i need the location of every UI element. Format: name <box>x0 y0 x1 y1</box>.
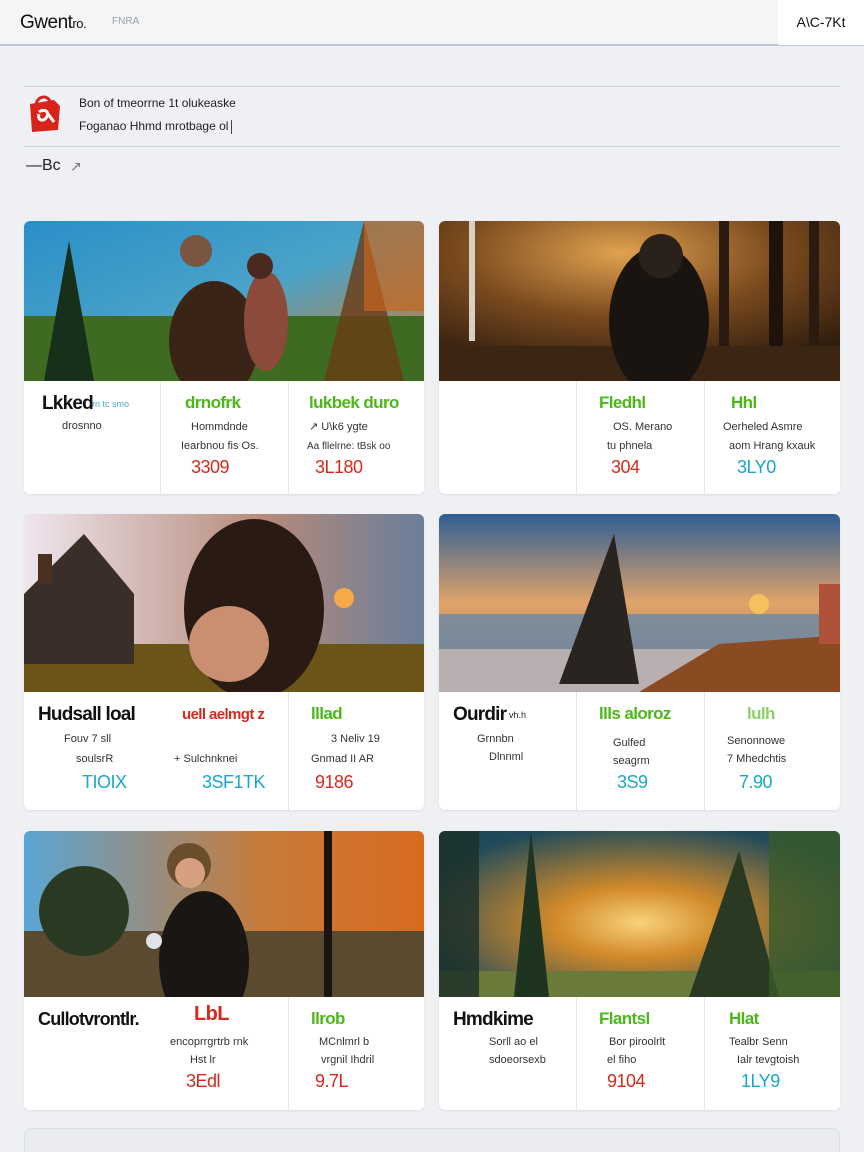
text-cursor <box>231 119 233 134</box>
sort-arrow-icon[interactable]: ↗ <box>70 158 82 175</box>
option-label: Hhl <box>731 393 757 412</box>
divider <box>24 86 840 87</box>
option-label: Flantsl <box>599 1009 650 1028</box>
card-subtitle: Dlnnml <box>489 751 524 763</box>
card-subtitle: Fouv 7 sll <box>64 733 112 745</box>
price: 9104 <box>607 1071 646 1091</box>
option-label: lukbek duro <box>309 393 399 412</box>
notice-line-1: Bon of tmeorrne 1t olukeaske <box>79 96 236 110</box>
sort-control[interactable]: —Bc <box>26 157 61 175</box>
option-label: llls aloroz <box>599 704 671 723</box>
option-detail: vrgnil Ihdril <box>321 1054 375 1066</box>
shopping-bag-icon[interactable] <box>24 92 64 134</box>
option-label: Hlat <box>729 1009 759 1028</box>
option-detail: Senonnowe <box>727 735 786 747</box>
card-title-sub: vh.h <box>509 710 527 720</box>
option-detail: 3 Neliv 19 <box>331 733 380 745</box>
option-detail: Ialr tevgtoish <box>737 1054 800 1066</box>
option-detail: seagrm <box>613 755 650 767</box>
card-title: Lkked <box>42 393 94 414</box>
option-detail: 7 Mhedchtis <box>727 753 787 765</box>
card-title: Hmdkime <box>453 1009 534 1030</box>
option-label: Fledhl <box>599 393 646 412</box>
option-detail: Aa fllelrne: tBsk oo <box>307 441 391 452</box>
option-detail: + Sulchnknei <box>174 753 238 765</box>
footer-panel <box>24 1128 840 1152</box>
card-subtitle: Grnnbn <box>477 733 514 745</box>
price: 3S9 <box>617 772 648 792</box>
option-detail: el fiho <box>607 1054 637 1066</box>
option-detail: Gulfed <box>613 737 646 749</box>
price: 7.90 <box>739 772 773 792</box>
product-photo[interactable] <box>24 221 424 381</box>
product-card[interactable]: Lkked rn tc smo drosnno drnofrk Hommdnde… <box>24 221 424 494</box>
product-card[interactable]: Ourdir vh.h Grnnbn Dlnnml llls aloroz Gu… <box>439 514 840 810</box>
option-detail: Iearbnou fis Os. <box>181 440 259 452</box>
option-detail: Hst lr <box>190 1054 216 1066</box>
option-detail: encoprrgrtrb rnk <box>170 1036 249 1048</box>
brand-logo-text[interactable]: Gwentro. <box>20 12 87 34</box>
option-detail: tu phnela <box>607 440 653 452</box>
card-title: Hudsall loal <box>38 704 136 725</box>
option-label: drnofrk <box>185 393 241 412</box>
product-card[interactable]: Hmdkime Sorll ao el sdoeorsexb Flantsl B… <box>439 831 840 1110</box>
option-label: lulh <box>747 704 775 723</box>
price: 9186 <box>315 772 354 792</box>
option-detail: MCnlmrl b <box>319 1036 370 1048</box>
card-subtitle: sdoeorsexb <box>489 1054 546 1066</box>
card-subtitle: Sorll ao el <box>489 1036 538 1048</box>
option-detail: Gnmad II AR <box>311 753 374 765</box>
divider <box>24 146 840 147</box>
option-label: uell aelmgt z <box>182 706 265 723</box>
notice-line-2: Foganao Hhmd mrotbage ol <box>79 119 229 133</box>
product-photo[interactable] <box>24 514 424 692</box>
product-photo[interactable] <box>439 514 840 692</box>
card-subtitle: drosnno <box>62 420 102 432</box>
notice-text: Bon of tmeorrne 1t olukeaske Foganao Hhm… <box>79 92 236 138</box>
product-card[interactable]: Cullotvrontlr. LbL encoprrgrtrb rnk Hst … <box>24 831 424 1110</box>
brand-subtitle: FNRA <box>112 16 140 27</box>
card-title-sub: rn tc smo <box>92 399 130 409</box>
price: 3Edl <box>186 1071 221 1091</box>
product-photo[interactable] <box>439 221 840 381</box>
card-title: Cullotvrontlr. <box>38 1009 140 1029</box>
option-detail: OS. Merano <box>613 421 673 433</box>
product-card[interactable]: Hudsall loal Fouv 7 sll soulsrR TIOIX ue… <box>24 514 424 810</box>
option-detail: Tealbr Senn <box>729 1036 788 1048</box>
price: 1LY9 <box>741 1071 780 1091</box>
price: 304 <box>611 457 640 477</box>
option-label: llrob <box>311 1009 345 1028</box>
option-detail: Oerheled Asmre <box>723 421 803 433</box>
option-detail: aom Hrang kxauk <box>729 440 816 452</box>
product-photo[interactable] <box>439 831 840 997</box>
product-photo[interactable] <box>24 831 424 997</box>
option-label: lllad <box>311 704 343 723</box>
option-label: LbL <box>194 1003 229 1025</box>
product-card[interactable]: Fledhl OS. Merano tu phnela 304 Hhl Oerh… <box>439 221 840 494</box>
price: 3L180 <box>315 457 363 477</box>
option-detail: Bor piroolrlt <box>609 1036 666 1048</box>
card-subtitle: soulsrR <box>76 753 114 765</box>
top-bar: Gwentro. FNRA A\C-7Kt <box>0 0 864 46</box>
price: TIOIX <box>82 772 127 792</box>
price: 9.7L <box>315 1071 349 1091</box>
price: 3SF1TK <box>202 772 266 792</box>
card-title: Ourdir <box>453 704 507 725</box>
account-button[interactable]: A\C-7Kt <box>778 0 864 45</box>
price: 3LY0 <box>737 457 776 477</box>
option-detail: Hommdnde <box>191 421 248 433</box>
option-detail: ↗ U\k6 ygte <box>309 421 368 433</box>
price: 3309 <box>191 457 230 477</box>
